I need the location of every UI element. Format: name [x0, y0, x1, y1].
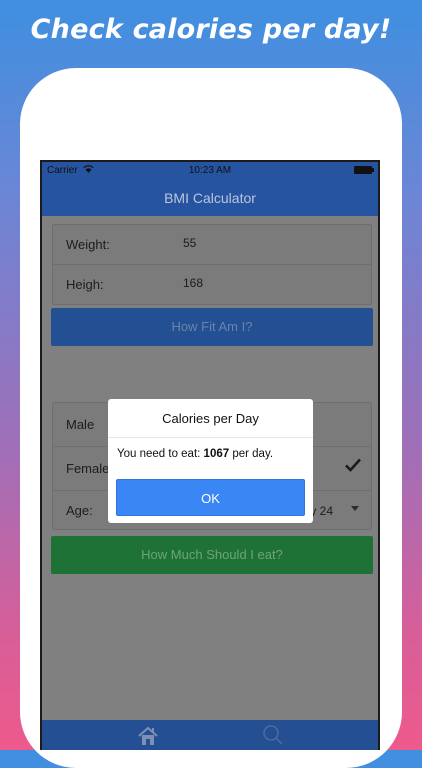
dialog-message: You need to eat: 1067 per day. [117, 448, 273, 460]
height-input[interactable]: 168 [183, 276, 203, 290]
height-label: Heigh: [66, 277, 104, 292]
ok-button[interactable]: OK [116, 479, 305, 516]
search-icon[interactable] [262, 724, 284, 746]
dialog-message-suffix: per day. [229, 448, 274, 460]
status-bar: Carrier 10:23 AM [42, 162, 378, 180]
status-time: 10:23 AM [188, 165, 232, 176]
dialog-message-prefix: You need to eat: [117, 448, 204, 460]
nav-title: BMI Calculator [42, 180, 378, 216]
chevron-down-icon[interactable] [351, 506, 359, 511]
how-fit-button[interactable]: How Fit Am I? [51, 308, 373, 346]
calories-value: 1067 [203, 448, 230, 460]
battery-icon [354, 166, 374, 174]
promo-headline: Check calories per day! [30, 14, 392, 45]
height-row[interactable]: Heigh: 168 [53, 265, 371, 304]
home-icon[interactable] [137, 725, 159, 747]
weight-label: Weight: [66, 237, 110, 252]
weight-row[interactable]: Weight: 55 [53, 225, 371, 265]
female-label: Female [66, 461, 110, 476]
dialog-title: Calories per Day [162, 411, 259, 426]
tab-bar [42, 720, 378, 750]
dialog-divider [108, 437, 313, 438]
measurement-card: Weight: 55 Heigh: 168 [52, 224, 372, 305]
calories-dialog: Calories per Day You need to eat: 1067 p… [108, 399, 313, 523]
age-label: Age: [66, 503, 93, 518]
weight-input[interactable]: 55 [183, 236, 196, 250]
age-picker-value[interactable]: y 24 [310, 504, 333, 518]
how-much-eat-button[interactable]: How Much Should I eat? [51, 536, 373, 574]
checkmark-icon [345, 456, 361, 477]
male-label: Male [66, 417, 95, 432]
